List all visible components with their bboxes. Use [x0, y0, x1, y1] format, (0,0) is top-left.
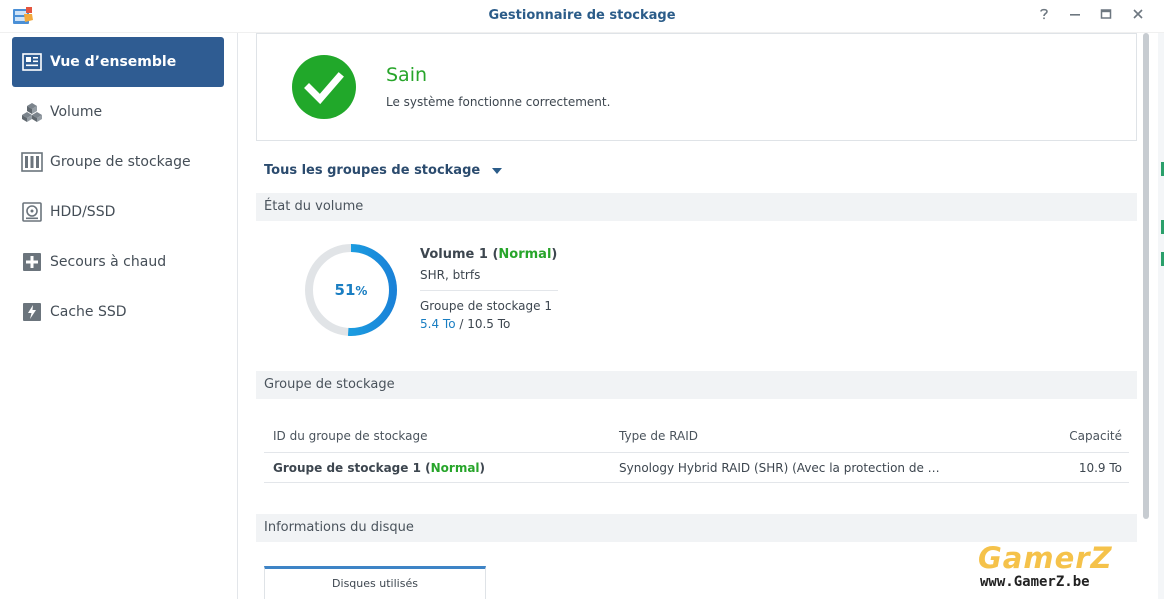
storage-group-filter-label: Tous les groupes de stockage — [264, 163, 481, 178]
storage-group-filter-dropdown[interactable]: Tous les groupes de stockage — [264, 163, 503, 178]
pool-name: Groupe de stockage 1 (Normal) — [273, 461, 486, 475]
minimize-icon[interactable] — [1064, 6, 1086, 26]
volume-icon — [21, 101, 43, 123]
volume-used: 5.4 To — [420, 317, 456, 331]
volume-state: Normal — [498, 247, 552, 262]
volume-total: 10.5 To — [467, 317, 511, 331]
volume-name: Volume 1 (Normal) — [420, 247, 558, 262]
ssd-cache-icon — [21, 301, 43, 323]
health-status-title: Sain — [386, 64, 428, 86]
column-header-capacity[interactable]: Capacité — [1069, 429, 1122, 443]
divider — [420, 290, 558, 291]
sidebar-item-label: HDD/SSD — [50, 204, 116, 220]
check-icon — [292, 55, 356, 119]
watermark-brand: GamerZ — [978, 541, 1113, 575]
pool-table-header: ID du groupe de stockage Type de RAID Ca… — [264, 421, 1129, 453]
sidebar-item-label: Volume — [50, 104, 103, 120]
storage-pool-heading: Groupe de stockage — [256, 371, 1137, 399]
volume-type: SHR, btrfs — [420, 268, 481, 282]
title-bar: Gestionnaire de stockage — [0, 0, 1164, 33]
gamerz-watermark-logo: GamerZ www.GamerZ.be — [978, 541, 1148, 593]
pool-capacity: 10.9 To — [1078, 461, 1122, 475]
sidebar-item-label: Secours à chaud — [50, 254, 167, 270]
storage-pool-icon — [21, 151, 43, 173]
close-icon[interactable] — [1127, 6, 1149, 26]
volume-pool: Groupe de stockage 1 — [420, 299, 552, 313]
caret-down-icon — [492, 167, 503, 174]
volume-usage: 5.4 To / 10.5 To — [420, 317, 511, 331]
overview-icon — [21, 51, 43, 73]
table-row[interactable]: Groupe de stockage 1 (Normal) Synology H… — [264, 453, 1129, 483]
health-status-card: Sain Le système fonctionne correctement. — [256, 33, 1137, 141]
main-content: Sain Le système fonctionne correctement.… — [240, 33, 1152, 599]
window-title: Gestionnaire de stockage — [488, 8, 676, 23]
volume-usage-percent: 51% — [334, 281, 368, 299]
maximize-icon[interactable] — [1095, 6, 1117, 26]
sidebar-item-storage-pool[interactable]: Groupe de stockage — [12, 137, 224, 187]
column-header-pool-id[interactable]: ID du groupe de stockage — [273, 429, 427, 443]
pool-raid-type: Synology Hybrid RAID (SHR) (Avec la prot… — [619, 461, 940, 475]
hot-spare-icon — [21, 251, 43, 273]
window-edge — [1158, 33, 1164, 599]
sidebar-item-overview[interactable]: Vue d’ensemble — [12, 37, 224, 87]
sidebar-item-label: Cache SSD — [50, 304, 127, 320]
sidebar-item-volume[interactable]: Volume — [12, 87, 224, 137]
sidebar: Vue d’ensemble Volume Groupe de stockage… — [0, 33, 238, 599]
main-scrollbar[interactable] — [1140, 33, 1152, 599]
sidebar-item-label: Groupe de stockage — [50, 154, 191, 170]
sidebar-item-label: Vue d’ensemble — [50, 54, 177, 70]
help-icon[interactable] — [1033, 6, 1055, 26]
pool-state: Normal — [430, 461, 480, 475]
tab-used-disks[interactable]: Disques utilisés — [264, 566, 486, 599]
sidebar-item-hot-spare[interactable]: Secours à chaud — [12, 237, 224, 287]
disk-info-heading: Informations du disque — [256, 514, 1137, 542]
sidebar-item-hdd-ssd[interactable]: HDD/SSD — [12, 187, 224, 237]
column-header-raid-type[interactable]: Type de RAID — [619, 429, 698, 443]
scrollbar-thumb[interactable] — [1143, 33, 1149, 519]
volume-status-heading: État du volume — [256, 193, 1137, 221]
drive-icon — [21, 201, 43, 223]
watermark-url: www.GamerZ.be — [980, 574, 1090, 590]
sidebar-item-ssd-cache[interactable]: Cache SSD — [12, 287, 224, 337]
health-status-description: Le système fonctionne correctement. — [386, 95, 611, 109]
